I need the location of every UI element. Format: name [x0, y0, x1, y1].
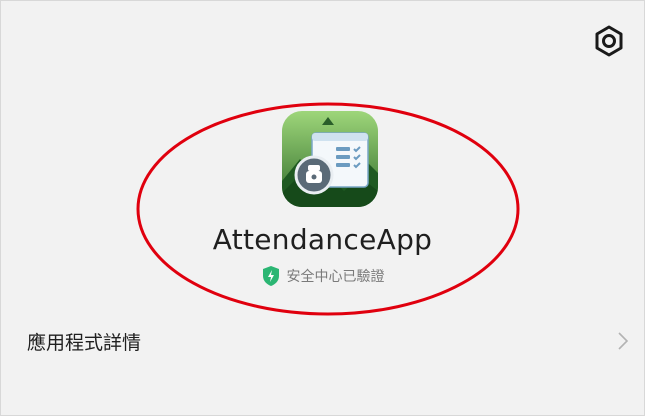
app-icon[interactable] — [282, 111, 378, 207]
chevron-right-icon — [618, 332, 629, 350]
shield-icon — [262, 266, 279, 286]
app-details-label: 應用程式詳情 — [27, 331, 142, 354]
settings-button[interactable] — [591, 23, 627, 59]
verified-badge: 安全中心已驗證 — [1, 265, 644, 287]
app-name: AttendanceApp — [212, 223, 433, 256]
attendance-app-icon — [282, 111, 378, 207]
app-details-row[interactable]: 應用程式詳情 — [1, 311, 644, 371]
app-info-screen: AttendanceApp 安全中心已驗證 應用程式詳情 — [0, 0, 645, 416]
verified-text: 安全中心已驗證 — [286, 269, 385, 285]
gear-icon — [595, 25, 623, 57]
